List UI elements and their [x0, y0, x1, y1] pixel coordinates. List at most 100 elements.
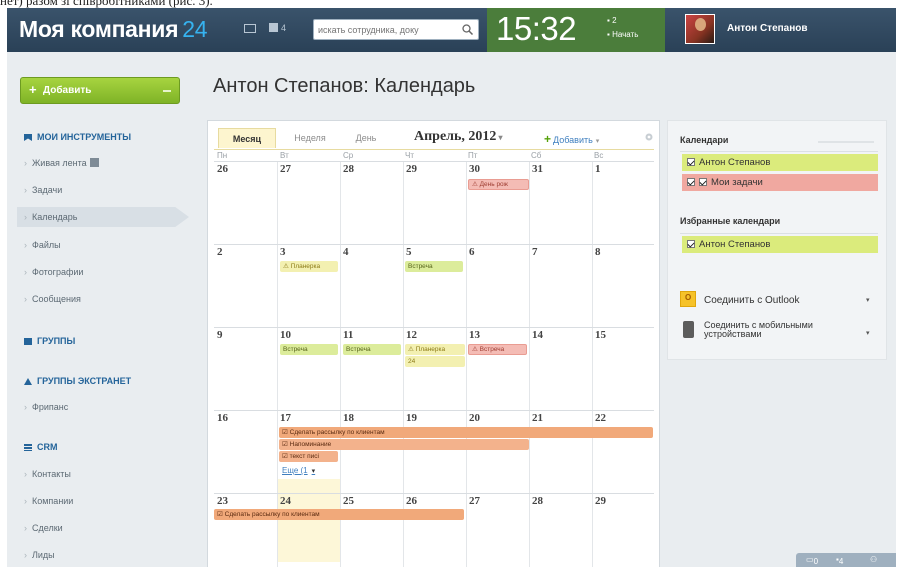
day-cell[interactable]: 13: [469, 329, 480, 341]
section-groups[interactable]: ГРУППЫ: [24, 336, 75, 346]
tab-month[interactable]: Месяц: [218, 128, 276, 148]
day-cell[interactable]: 29: [595, 495, 606, 507]
day-cell[interactable]: 7: [532, 246, 538, 258]
calendar-event[interactable]: ⚠ Планерка: [280, 261, 338, 272]
day-cell[interactable]: 27: [469, 495, 480, 507]
task-event[interactable]: ☑ текст писі: [279, 451, 338, 462]
day-cell[interactable]: 19: [406, 412, 417, 424]
day-cell[interactable]: 18: [343, 412, 354, 424]
sidebar-item-calendar[interactable]: › Календарь: [17, 207, 189, 227]
day-cell[interactable]: 5: [406, 246, 412, 258]
clock-panel[interactable]: 15:32 ▪ 2 ▪ Начать: [487, 8, 665, 52]
day-cell[interactable]: 2: [217, 246, 223, 258]
section-my-tools[interactable]: МОИ ИНСТРУМЕНТЫ: [24, 132, 131, 142]
notifications-button[interactable]: ▪ 4: [836, 555, 843, 566]
day-cell[interactable]: 10: [280, 329, 291, 341]
sidebar-item-freelance[interactable]: › Фрипанс: [24, 402, 68, 412]
task-event[interactable]: ☑ Сделать рассылку по клиентам: [214, 509, 464, 520]
sidebar-item-messages[interactable]: › Сообщения: [24, 294, 81, 304]
checkbox[interactable]: [687, 240, 695, 248]
page-caption-fragment: нет) разом зі співробітниками (рис. 3).: [0, 0, 897, 8]
section-crm[interactable]: CRM: [24, 442, 58, 452]
day-cell[interactable]: 23: [217, 495, 228, 507]
calendar-event[interactable]: 24: [405, 356, 465, 367]
calendar-event[interactable]: Встреча: [343, 344, 401, 355]
day-cell[interactable]: 31: [532, 163, 543, 175]
day-cell[interactable]: 28: [343, 163, 354, 175]
chat-icon[interactable]: [243, 22, 257, 34]
day-cell[interactable]: 8: [595, 246, 601, 258]
favorite-calendar-toggle[interactable]: Антон Степанов: [682, 236, 878, 253]
logo[interactable]: Моя компания 24: [19, 16, 208, 43]
calendar-toggle[interactable]: Мои задачи: [682, 174, 878, 191]
day-cell[interactable]: 16: [217, 412, 228, 424]
day-cell[interactable]: 26: [406, 495, 417, 507]
day-cell[interactable]: 12: [406, 329, 417, 341]
top-header: Моя компания24 4 15:32 ▪ 2 ▪ Начать Анто…: [7, 8, 896, 52]
user-menu[interactable]: Антон Степанов: [677, 10, 891, 50]
day-cell[interactable]: 22: [595, 412, 606, 424]
checkbox[interactable]: [687, 158, 695, 166]
section-extranet-groups[interactable]: ГРУППЫ ЭКСТРАНЕТ: [24, 376, 131, 386]
day-cell[interactable]: 29: [406, 163, 417, 175]
search-input[interactable]: [318, 22, 458, 37]
day-cell[interactable]: 26: [217, 163, 228, 175]
weekday-header: Пн Вт Ср Чт Пт Сб Вс: [214, 149, 654, 161]
add-button[interactable]: + Добавить: [20, 77, 180, 104]
search-box[interactable]: [313, 19, 479, 40]
sidebar-item-photos[interactable]: › Фотографии: [24, 267, 83, 277]
sidebar-item-live-feed[interactable]: › Живая лента: [24, 158, 99, 168]
sidebar-item-tasks[interactable]: › Задачи: [24, 185, 62, 195]
more-events-link[interactable]: Еще (1 ▾: [282, 466, 315, 475]
add-event-button[interactable]: + Добавить ▾: [544, 132, 599, 146]
sidebar-item-contacts[interactable]: › Контакты: [24, 469, 71, 479]
day-cell[interactable]: 4: [343, 246, 349, 258]
gear-icon[interactable]: [644, 132, 654, 142]
connect-mobile-button[interactable]: Соединить с мобильными устройствами ▾: [680, 321, 870, 339]
day-cell[interactable]: 9: [217, 329, 223, 341]
sidebar-item-companies[interactable]: › Компании: [24, 496, 73, 506]
task-event[interactable]: ☑ Напоминание: [279, 439, 529, 450]
day-cell[interactable]: 3: [280, 246, 286, 258]
group-icon: [24, 338, 32, 345]
page-title: Антон Степанов: Календарь: [213, 75, 476, 97]
day-cell[interactable]: 15: [595, 329, 606, 341]
day-cell[interactable]: 24: [280, 495, 291, 507]
day-cell[interactable]: 1: [595, 163, 601, 175]
sidebar-item-files[interactable]: › Файлы: [24, 240, 61, 250]
connect-outlook-button[interactable]: Соединить с Outlook▾: [680, 291, 870, 307]
month-selector[interactable]: Апрель, 2012 ▾: [414, 129, 502, 145]
calendar-event[interactable]: ⚠ Встреча: [468, 344, 527, 355]
calendar-event[interactable]: ⚠ Планерка: [405, 344, 465, 355]
day-cell[interactable]: 6: [469, 246, 475, 258]
sidebar-item-leads[interactable]: › Лиды: [24, 550, 55, 560]
day-cell[interactable]: 20: [469, 412, 480, 424]
calendar-event[interactable]: Встреча: [405, 261, 463, 272]
day-cell[interactable]: 27: [280, 163, 291, 175]
sidebar-item-deals[interactable]: › Сделки: [24, 523, 63, 533]
tab-day[interactable]: День: [342, 128, 390, 148]
calendar-toggle[interactable]: Антон Степанов: [682, 154, 878, 171]
day-cell[interactable]: 25: [343, 495, 354, 507]
day-cell[interactable]: 28: [532, 495, 543, 507]
tab-week[interactable]: Неделя: [280, 128, 340, 148]
day-cell[interactable]: 14: [532, 329, 543, 341]
extranet-icon: [24, 378, 32, 385]
search-icon[interactable]: [461, 23, 474, 36]
calendar-event[interactable]: Встреча: [280, 344, 338, 355]
checkbox[interactable]: [687, 178, 695, 186]
messages-icon[interactable]: 4: [269, 22, 291, 34]
users-icon[interactable]: ⚇: [870, 555, 877, 564]
crm-icon: [24, 444, 32, 451]
day-cell[interactable]: 21: [532, 412, 543, 424]
day-cell[interactable]: 30: [469, 163, 480, 175]
avatar[interactable]: [685, 14, 715, 44]
user-name[interactable]: Антон Степанов: [727, 23, 808, 34]
chat-button[interactable]: ▭ 0: [806, 555, 818, 566]
day-cell[interactable]: 17: [280, 412, 291, 424]
calendar-event[interactable]: ⚠ День рож: [468, 179, 529, 190]
chevron-down-icon: ▾: [866, 297, 870, 304]
day-cell[interactable]: 11: [343, 329, 353, 341]
task-event[interactable]: ☑ Сделать рассылку по клиентам: [279, 427, 653, 438]
start-workday-button[interactable]: ▪ Начать: [607, 28, 638, 42]
